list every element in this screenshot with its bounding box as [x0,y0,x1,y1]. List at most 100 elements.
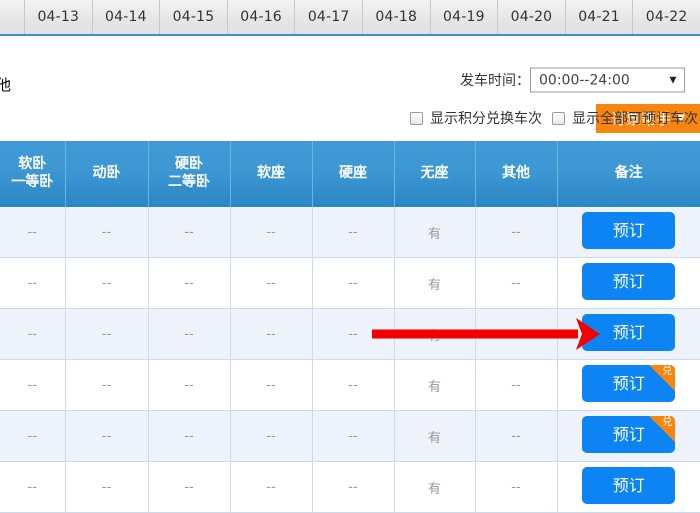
column-header-line1: 硬卧 [149,156,230,174]
cell-soft-sleeper: -- [0,462,65,513]
date-tab-04-20[interactable]: 04-20 [498,0,566,34]
cell-soft-seat: -- [230,207,312,258]
book-button[interactable]: 预订 兑 [582,365,675,402]
checkbox-show-points-exchange-trains[interactable]: 显示积分兑换车次 [410,108,542,128]
column-header-line1: 动卧 [66,165,148,183]
date-tab-label: 04-18 [375,9,417,25]
chevron-down-icon: ▼ [662,75,684,85]
book-button-label: 预订 [613,476,645,495]
column-header-line1: 无座 [395,165,475,183]
book-button[interactable]: 预订 [582,467,675,504]
column-header-other[interactable]: 其他 [475,141,557,207]
date-tab-strip: 04-13 04-14 04-15 04-16 04-17 04-18 04-1… [0,0,700,36]
table-row: -- -- -- -- -- 有 -- 预订 [0,207,700,258]
book-button[interactable]: 预订 [582,212,675,249]
cell-remark: 预订 兑 [557,360,700,411]
date-tab-04-16[interactable]: 04-16 [228,0,296,34]
column-header-hard-sleeper[interactable]: 硬卧 二等卧 [148,141,230,207]
book-button-label: 预订 [613,221,645,240]
truncated-filter-text: 他 [0,78,11,93]
cell-remark: 预订 [557,207,700,258]
table-row: -- -- -- -- -- 有 -- 预订 兑 [0,411,700,462]
table-row: -- -- -- -- -- 有 -- 预订 兑 [0,360,700,411]
date-tab-04-18[interactable]: 04-18 [363,0,431,34]
date-tab-label: 04-16 [240,9,282,25]
cell-soft-seat: -- [230,462,312,513]
cell-hard-seat: -- [312,309,394,360]
cell-hard-sleeper: -- [148,411,230,462]
column-header-remark[interactable]: 备注 [557,141,700,207]
column-header-line1: 其他 [476,165,557,183]
cell-soft-seat: -- [230,309,312,360]
column-header-emu-sleeper[interactable]: 动卧 [65,141,148,207]
checkbox-label: 显示全部可预订车次 [572,108,698,128]
date-strip-left-edge [0,0,25,34]
cell-soft-seat: -- [230,360,312,411]
checkbox-label: 显示积分兑换车次 [430,108,542,128]
cell-no-seat: 有 [394,258,475,309]
cell-other: -- [475,360,557,411]
column-header-hard-seat[interactable]: 硬座 [312,141,394,207]
table-header-row: 软卧 一等卧 动卧 硬卧 二等卧 软座 硬座 无座 其他 备 [0,141,700,207]
column-header-line1: 软卧 [0,156,65,174]
cell-emu-sleeper: -- [65,309,148,360]
date-tab-label: 04-15 [173,9,215,25]
cell-hard-sleeper: -- [148,462,230,513]
departure-time-label: 发车时间： [460,70,530,90]
cell-soft-sleeper: -- [0,207,65,258]
cell-hard-seat: -- [312,258,394,309]
cell-soft-sleeper: -- [0,309,65,360]
table-row: -- -- -- -- -- 有 -- 预订 [0,462,700,513]
departure-time-select[interactable]: 00:00--24:00 ▼ [530,68,685,93]
column-header-line2: 一等卧 [0,174,65,192]
date-tab-04-17[interactable]: 04-17 [295,0,363,34]
cell-emu-sleeper: -- [65,207,148,258]
cell-soft-sleeper: -- [0,360,65,411]
date-tab-04-22[interactable]: 04-22 [633,0,700,34]
cell-other: -- [475,411,557,462]
cell-hard-seat: -- [312,360,394,411]
filter-bar: 他 发车时间： 00:00--24:00 ▼ 订票帮手 ▼ [0,36,700,100]
cell-hard-sleeper: -- [148,309,230,360]
cell-emu-sleeper: -- [65,462,148,513]
book-button-highlighted[interactable]: 预订 [582,314,675,351]
cell-other: -- [475,207,557,258]
book-button-label: 预订 [613,425,645,444]
column-header-soft-seat[interactable]: 软座 [230,141,312,207]
date-tab-04-19[interactable]: 04-19 [431,0,499,34]
display-options-row: 显示积分兑换车次 显示全部可预订车次 [410,108,698,128]
date-tab-04-14[interactable]: 04-14 [93,0,161,34]
cell-no-seat: 有 [394,360,475,411]
date-tab-label: 04-21 [578,9,620,25]
cell-remark: 预订 [557,462,700,513]
book-button[interactable]: 预订 兑 [582,416,675,453]
cell-no-seat: 有 [394,207,475,258]
exchange-badge-label: 兑 [660,416,674,430]
ticket-availability-table: 软卧 一等卧 动卧 硬卧 二等卧 软座 硬座 无座 其他 备 [0,141,700,513]
column-header-line2: 二等卧 [149,174,230,192]
checkbox-show-all-bookable-trains[interactable]: 显示全部可预订车次 [552,108,698,128]
cell-other: -- [475,462,557,513]
cell-hard-sleeper: -- [148,360,230,411]
book-button-label: 预订 [613,323,645,342]
checkbox-icon[interactable] [552,112,565,125]
date-tab-label: 04-22 [646,9,688,25]
column-header-soft-sleeper[interactable]: 软卧 一等卧 [0,141,65,207]
date-tab-04-21[interactable]: 04-21 [566,0,634,34]
book-button-label: 预订 [613,374,645,393]
date-tab-04-15[interactable]: 04-15 [160,0,228,34]
cell-soft-seat: -- [230,258,312,309]
date-tab-label: 04-13 [37,9,79,25]
cell-no-seat: 有 [394,309,475,360]
date-tab-04-13[interactable]: 04-13 [25,0,93,34]
checkbox-icon[interactable] [410,112,423,125]
column-header-line1: 硬座 [313,165,394,183]
column-header-no-seat[interactable]: 无座 [394,141,475,207]
cell-no-seat: 有 [394,462,475,513]
cell-remark: 预订 兑 [557,411,700,462]
cell-emu-sleeper: -- [65,360,148,411]
cell-hard-sleeper: -- [148,258,230,309]
book-button[interactable]: 预订 [582,263,675,300]
cell-other: -- [475,309,557,360]
departure-time-value: 00:00--24:00 [531,72,662,88]
